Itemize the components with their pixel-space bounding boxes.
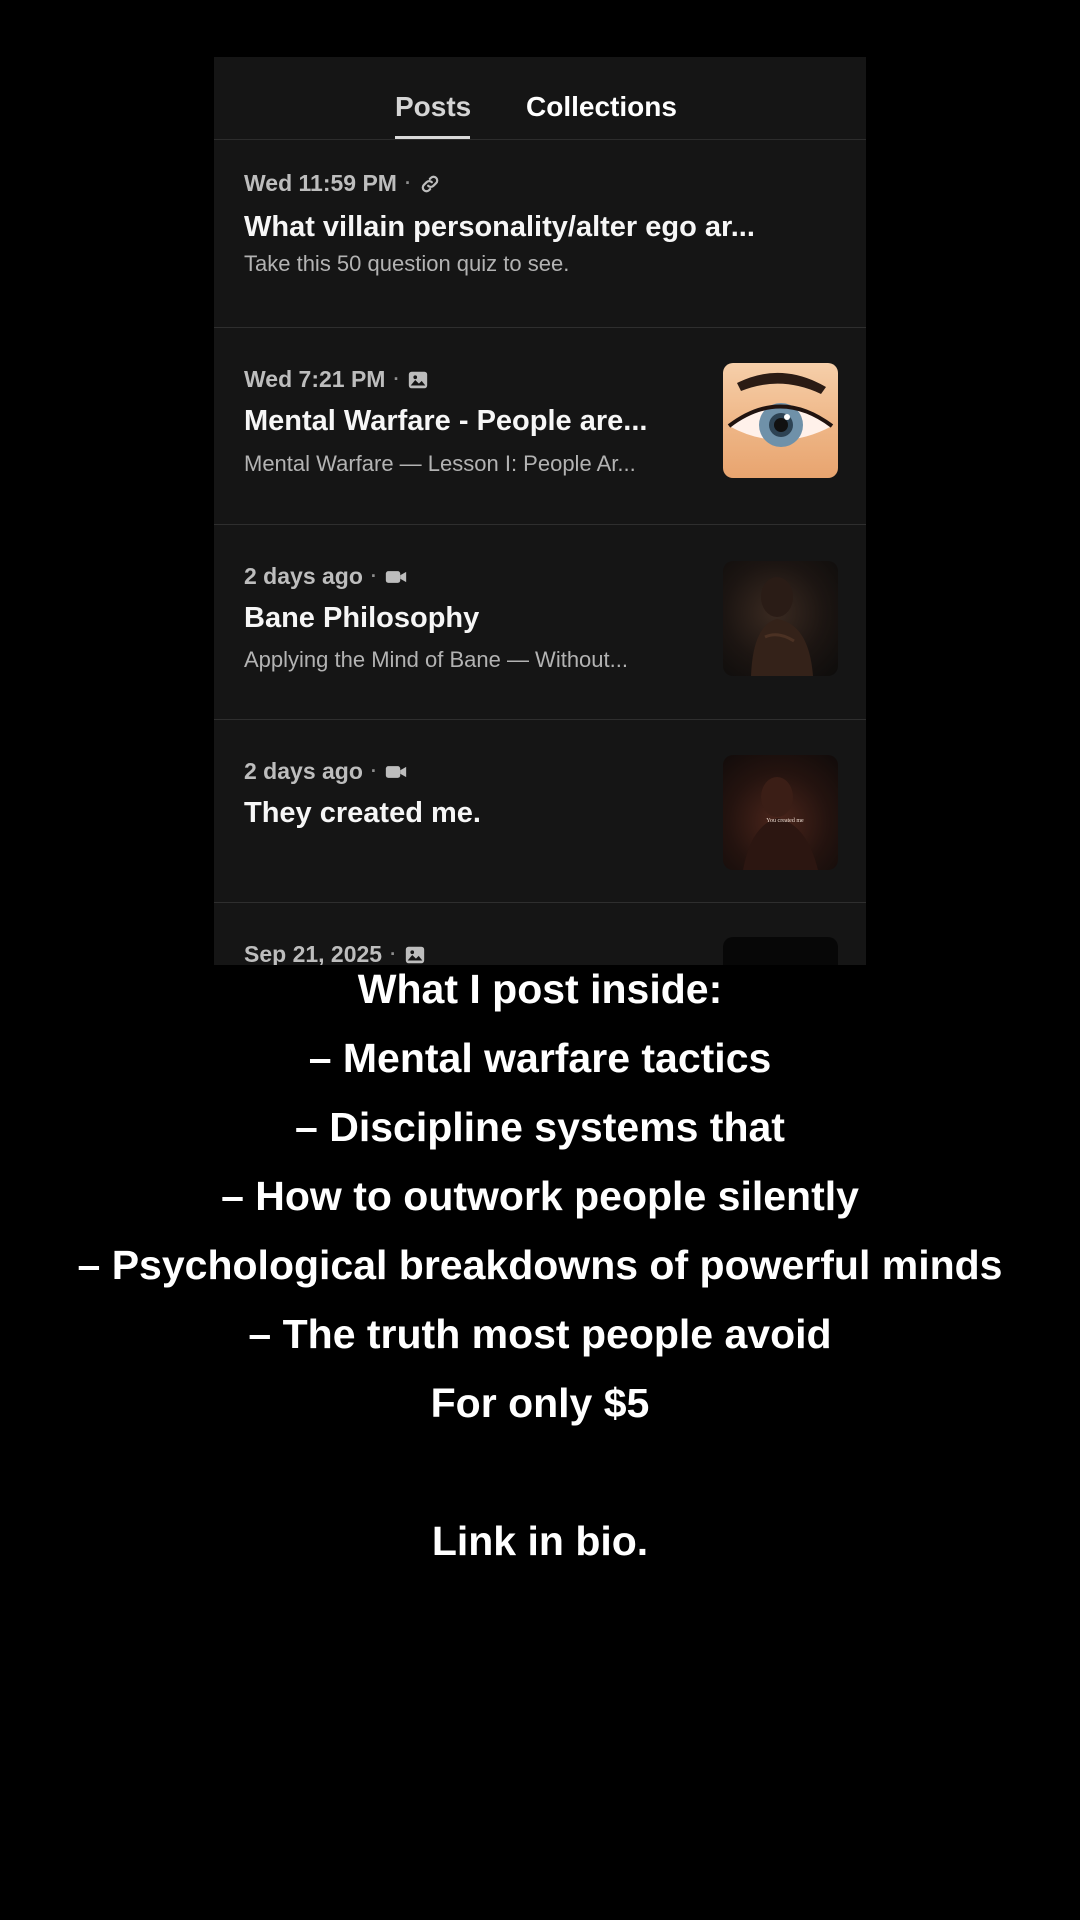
tab-posts[interactable]: Posts [395,92,471,122]
tab-collections[interactable]: Collections [526,92,677,122]
post-meta: 2 days ago · [244,758,407,785]
thumbnail-caption: You created me [766,818,804,824]
post-time: Wed 7:21 PM [244,366,386,392]
promo-bullet: – Mental warfare tactics [308,1035,772,1081]
promo-bullet: – Psychological breakdowns of powerful m… [77,1242,1003,1288]
post-excerpt: Take this 50 question quiz to see. [244,251,570,276]
promo-bullet: – Discipline systems that [295,1104,785,1150]
post-item[interactable]: Wed 11:59 PM · What villain personality/… [214,140,866,328]
post-item[interactable]: 2 days ago · Bane Philosophy Applying th… [214,525,866,720]
meta-separator: · [370,761,377,781]
post-thumbnail[interactable] [723,363,838,478]
post-title[interactable]: Mental Warfare - People are... [244,404,764,438]
post-excerpt: Mental Warfare — Lesson I: People Ar... [244,451,636,476]
promo-price: For only $5 [430,1380,650,1426]
post-item[interactable]: 2 days ago · They created me. You create… [214,720,866,903]
promo-call-to-action: Link in bio. [431,1518,649,1564]
post-title[interactable]: They created me. [244,796,764,830]
video-icon [385,566,407,588]
promo-bullet: – How to outwork people silently [221,1173,859,1219]
promo-heading: What I post inside: [357,966,723,1012]
post-time: Wed 11:59 PM [244,170,397,196]
post-meta: Wed 11:59 PM · [244,170,441,197]
post-meta: 2 days ago · [244,563,407,590]
promo-bullet: – The truth most people avoid [248,1311,832,1357]
promo-caption: What I post inside: – Mental warfare tac… [0,955,1080,1576]
image-icon [407,369,429,391]
post-item[interactable]: Wed 7:21 PM · Mental Warfare - People ar… [214,328,866,525]
meta-separator: · [393,369,400,389]
post-title[interactable]: Bane Philosophy [244,601,764,635]
tab-bar: Posts Collections [214,57,866,140]
post-thumbnail[interactable] [723,561,838,676]
promo-spacer [0,1438,1080,1507]
link-icon [419,173,441,195]
post-time: 2 days ago [244,563,363,589]
video-icon [385,761,407,783]
post-thumbnail[interactable]: You created me [723,755,838,870]
posts-panel: Posts Collections Wed 11:59 PM · What vi… [214,57,866,965]
meta-separator: · [404,173,411,193]
post-excerpt: Applying the Mind of Bane — Without... [244,647,628,672]
post-time: 2 days ago [244,758,363,784]
post-title[interactable]: What villain personality/alter ego ar... [244,210,834,244]
post-meta: Wed 7:21 PM · [244,366,429,393]
active-tab-indicator [395,136,470,139]
meta-separator: · [370,566,377,586]
